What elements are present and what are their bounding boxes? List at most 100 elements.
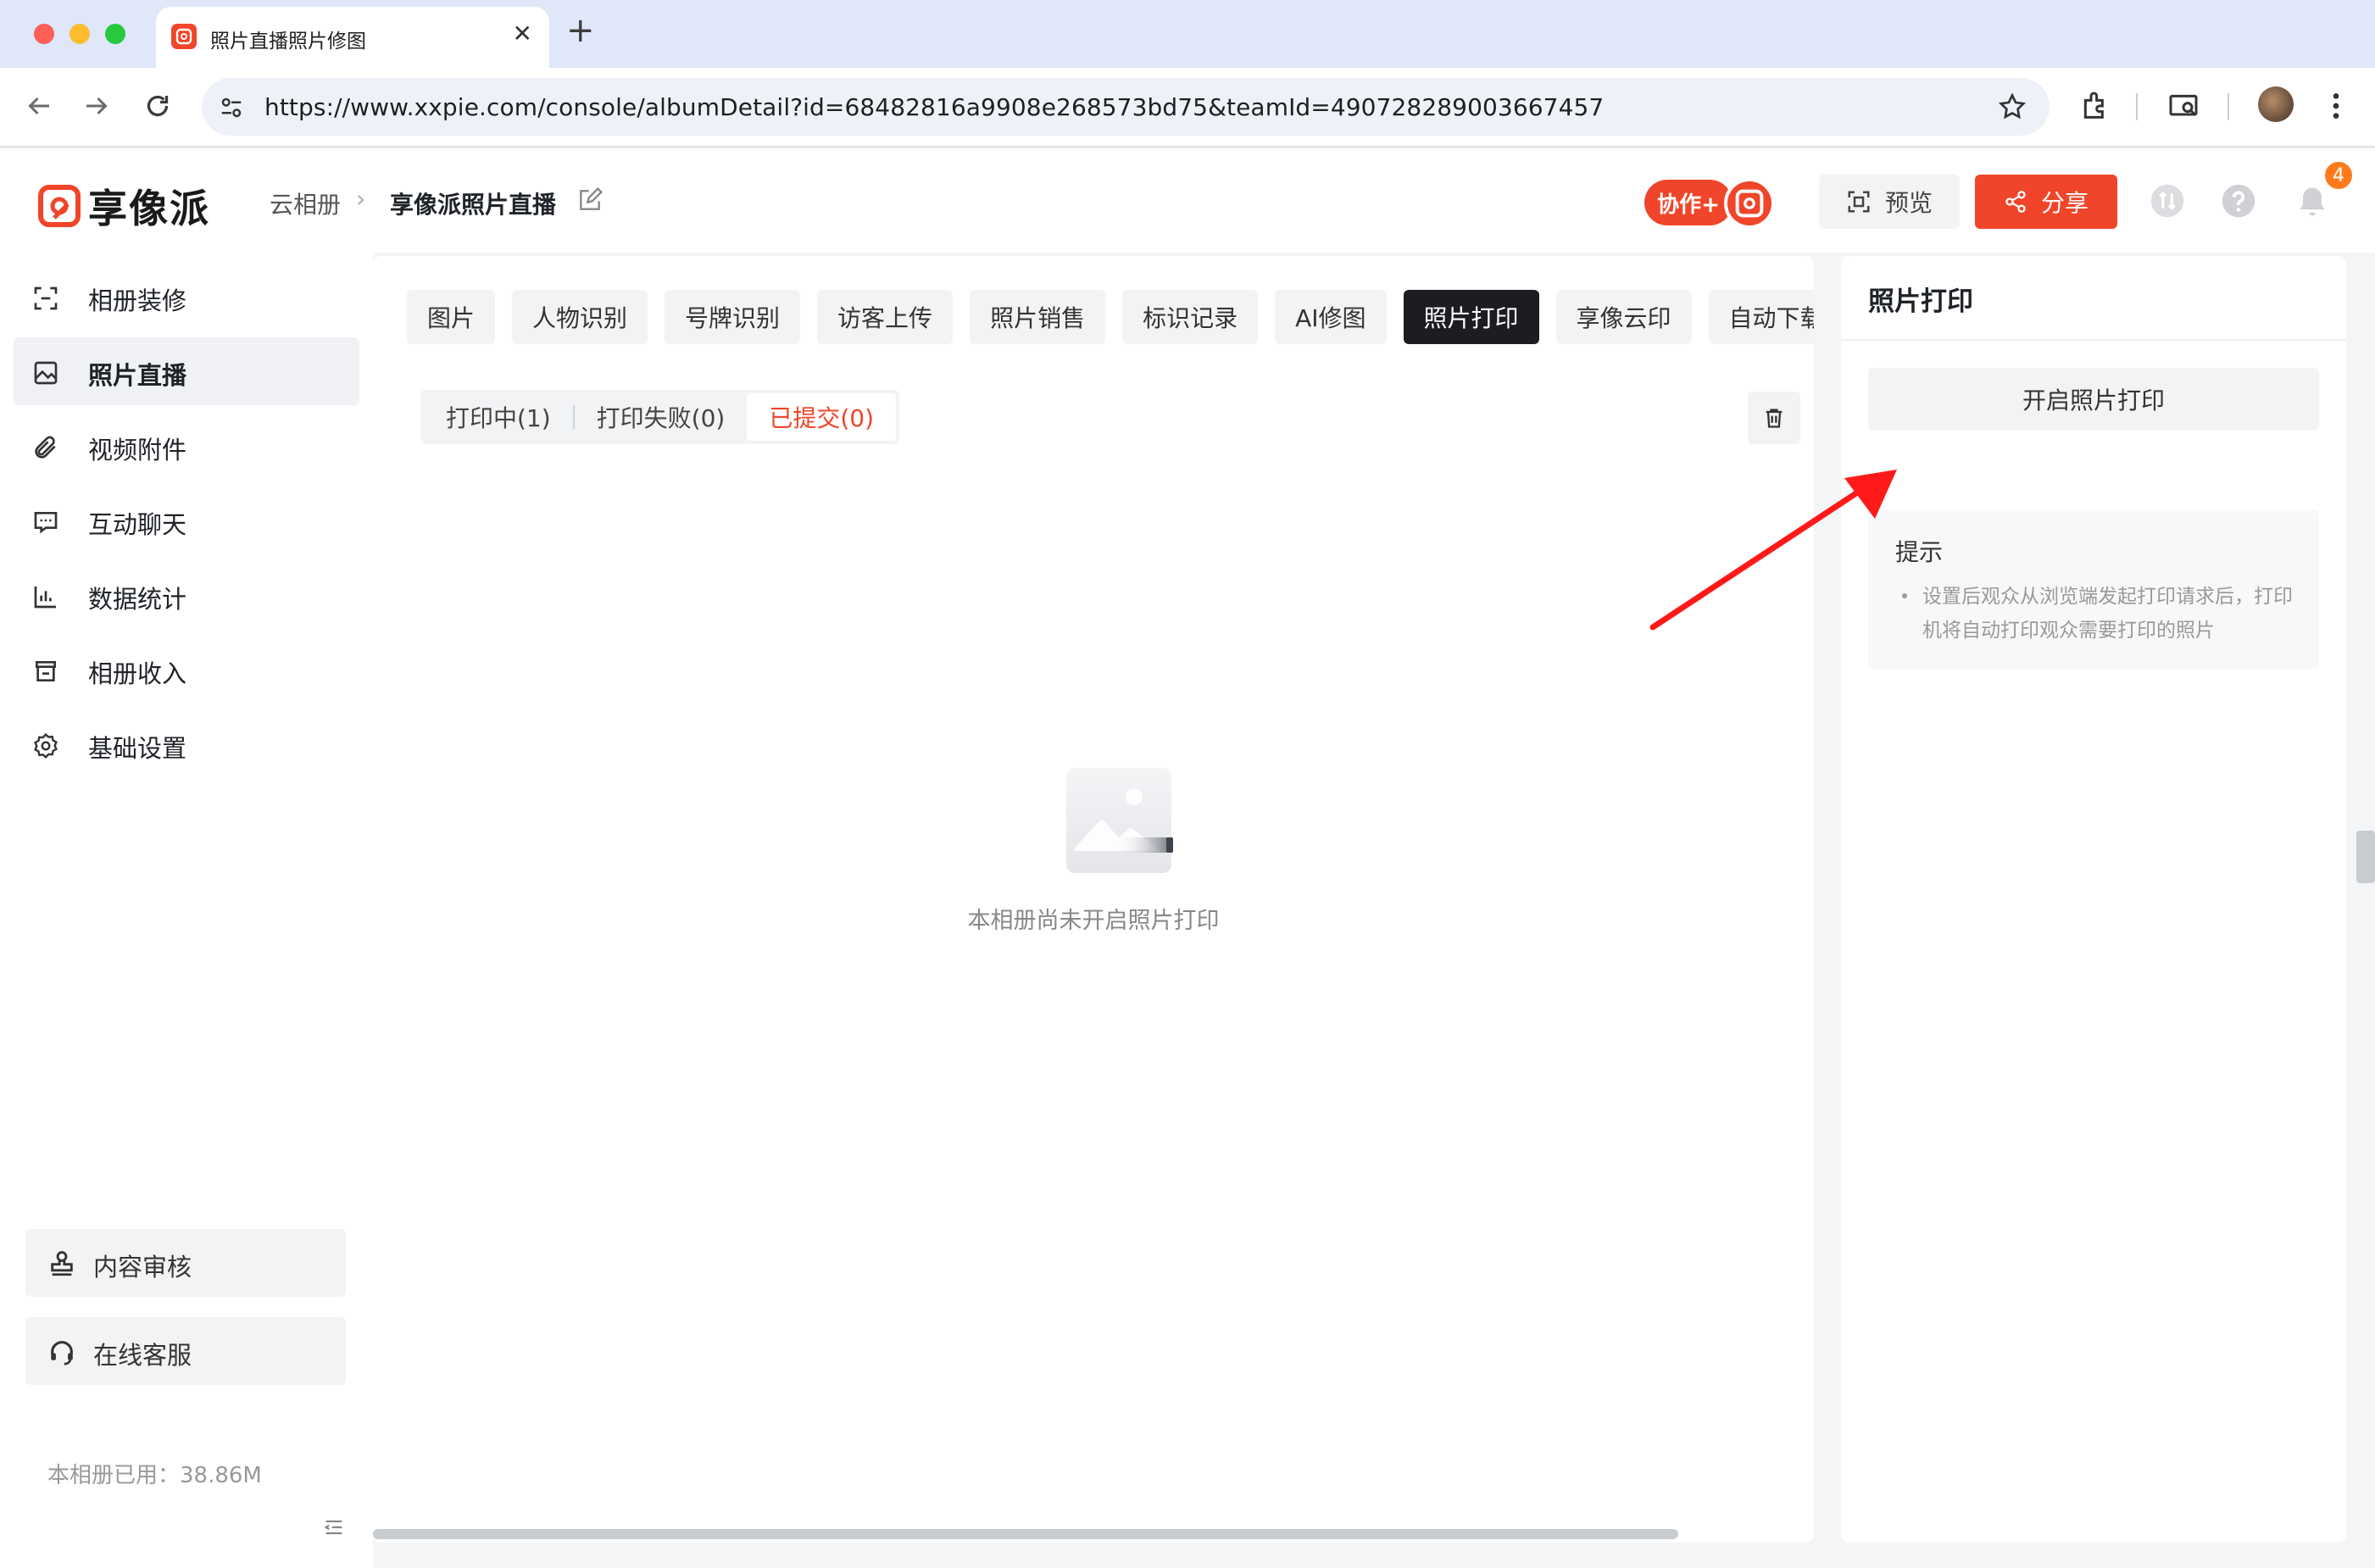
maximize-window-button[interactable] [105, 24, 125, 44]
horizontal-scrollbar[interactable] [373, 1529, 1678, 1539]
breadcrumb-separator-icon: › [356, 185, 366, 213]
sidebar-item-label: 照片直播 [88, 361, 187, 390]
share-icon [2005, 191, 2026, 213]
delete-button[interactable] [1748, 392, 1800, 444]
window-controls [34, 24, 125, 44]
app-header: 享像派 云相册 › 享像派照片直播 协作+ 预览 分享 4 [0, 149, 2375, 253]
close-window-button[interactable] [34, 24, 54, 44]
tab-title: 照片直播照片修图 [210, 31, 366, 53]
edit-icon[interactable] [576, 186, 603, 214]
help-icon[interactable] [2221, 183, 2256, 219]
toolbar-separator [2228, 93, 2229, 120]
segment-print-failed[interactable]: 打印失败(0) [575, 393, 748, 441]
tip-box: 提示 设置后观众从浏览端发起打印请求后，打印机将自动打印观众需要打印的照片 [1868, 510, 2319, 670]
tab-photo-sales[interactable]: 照片销售 [970, 290, 1106, 344]
breadcrumb-current: 享像派照片直播 [390, 191, 557, 219]
online-service-button[interactable]: 在线客服 [25, 1317, 346, 1385]
tab-face-recognition[interactable]: 人物识别 [512, 290, 648, 344]
preview-button[interactable]: 预览 [1819, 175, 1960, 229]
sidebar-item-statistics[interactable]: 数据统计 [14, 561, 359, 629]
empty-state-text: 本相册尚未开启照片打印 [967, 908, 1220, 934]
sidebar-item-label: 互动聊天 [88, 510, 187, 539]
tab-photo-print[interactable]: 照片打印 [1403, 290, 1539, 344]
segment-submitted[interactable]: 已提交(0) [747, 393, 897, 441]
vertical-scrollbar[interactable] [2356, 831, 2375, 883]
tab-bib-recognition[interactable]: 号牌识别 [665, 290, 801, 344]
sidebar-item-label: 数据统计 [88, 585, 187, 614]
chart-icon [32, 583, 59, 610]
panel-divider [1841, 339, 2346, 341]
collaborate-button[interactable]: 协作+ [1644, 180, 1733, 225]
preview-label: 预览 [1884, 189, 1933, 217]
sidebar: 相册装修 照片直播 视频附件 互动聊天 数据统计 相册收入 基础设置 内容审核 … [0, 253, 373, 1568]
stamp-icon [47, 1249, 76, 1278]
trash-icon [1766, 409, 1783, 428]
reload-icon[interactable] [142, 91, 173, 121]
bell-icon[interactable] [2294, 183, 2331, 220]
store-icon [32, 658, 59, 685]
url-text: https://www.xxpie.com/console/albumDetai… [264, 93, 1605, 121]
sidebar-item-label: 基础设置 [88, 734, 187, 763]
tab-cloud-print[interactable]: 享像云印 [1555, 290, 1692, 344]
frame-icon [32, 285, 59, 312]
enable-photo-print-button[interactable]: 开启照片打印 [1868, 368, 2319, 431]
address-bar[interactable]: https://www.xxpie.com/console/albumDetai… [202, 78, 2050, 136]
bookmark-star-icon[interactable] [1997, 92, 2027, 122]
gear-icon [32, 732, 59, 759]
storage-usage: 本相册已用：38.86M [47, 1463, 262, 1488]
segment-printing[interactable]: 打印中(1) [424, 393, 573, 441]
paperclip-icon [32, 434, 59, 461]
collaborator-avatar[interactable] [1724, 178, 1775, 229]
tab-tag-records[interactable]: 标识记录 [1122, 290, 1259, 344]
sidebar-item-video-attachments[interactable]: 视频附件 [14, 412, 359, 480]
annotation-arrow-icon [1644, 458, 1916, 644]
empty-image-icon [1056, 765, 1175, 883]
sidebar-item-label: 相册收入 [88, 659, 187, 688]
profile-avatar[interactable] [2258, 86, 2294, 122]
tip-text: 设置后观众从浏览端发起打印请求后，打印机将自动打印观众需要打印的照片 [1922, 586, 2293, 642]
tab-images[interactable]: 图片 [407, 290, 496, 344]
back-icon[interactable] [24, 91, 54, 121]
sidebar-item-photo-live[interactable]: 照片直播 [14, 337, 359, 405]
sort-icon[interactable] [2150, 183, 2185, 219]
tab-auto-download[interactable]: 自动下载 [1708, 290, 1814, 344]
panel-title: 照片打印 [1868, 286, 1973, 317]
forward-icon[interactable] [81, 91, 112, 121]
favicon-icon [171, 24, 197, 49]
sidebar-item-income[interactable]: 相册收入 [14, 636, 359, 703]
browser-tab[interactable]: 照片直播照片修图 ✕ [156, 7, 549, 68]
cast-search-icon[interactable] [2166, 89, 2200, 123]
tab-ai-retouch[interactable]: AI修图 [1275, 290, 1387, 344]
minimize-window-button[interactable] [70, 24, 90, 44]
logo[interactable]: 享像派 [37, 178, 210, 234]
sidebar-item-label: 视频附件 [88, 436, 187, 464]
breadcrumb-root[interactable]: 云相册 [270, 186, 341, 220]
extensions-icon[interactable] [2078, 89, 2112, 123]
headset-icon [47, 1337, 76, 1366]
main-panel: 图片 人物识别 号牌识别 访客上传 照片销售 标识记录 AI修图 照片打印 享像… [373, 256, 1814, 1543]
logo-text: 享像派 [88, 186, 210, 231]
sidebar-item-chat[interactable]: 互动聊天 [14, 487, 359, 554]
sidebar-item-album-decoration[interactable]: 相册装修 [14, 263, 359, 331]
image-icon [32, 359, 59, 386]
sidebar-item-label: 相册装修 [88, 286, 187, 315]
right-panel: 照片打印 开启照片打印 提示 设置后观众从浏览端发起打印请求后，打印机将自动打印… [1841, 256, 2346, 1543]
tab-close-icon[interactable]: ✕ [513, 22, 532, 46]
share-button[interactable]: 分享 [1975, 175, 2117, 229]
content-review-label: 内容审核 [93, 1253, 192, 1282]
new-tab-icon[interactable]: + [566, 14, 595, 47]
scan-icon [1848, 191, 1870, 213]
collapse-sidebar-icon[interactable] [322, 1515, 346, 1539]
content-review-button[interactable]: 内容审核 [25, 1229, 346, 1297]
share-label: 分享 [2040, 189, 2089, 217]
browser-chrome: 照片直播照片修图 ✕ + https://www.xxpie.com/conso… [0, 0, 2375, 147]
browser-menu-icon[interactable] [2326, 89, 2346, 123]
print-status-segmented: 打印中(1) 打印失败(0) 已提交(0) [420, 390, 900, 444]
notification-badge: 4 [2322, 159, 2355, 192]
chat-icon [32, 509, 59, 536]
site-settings-icon[interactable] [219, 95, 244, 120]
sidebar-item-settings[interactable]: 基础设置 [14, 710, 359, 778]
logo-icon [38, 185, 81, 227]
feature-tabs: 图片 人物识别 号牌识别 访客上传 照片销售 标识记录 AI修图 照片打印 享像… [407, 290, 1814, 344]
tab-visitor-upload[interactable]: 访客上传 [817, 290, 954, 344]
